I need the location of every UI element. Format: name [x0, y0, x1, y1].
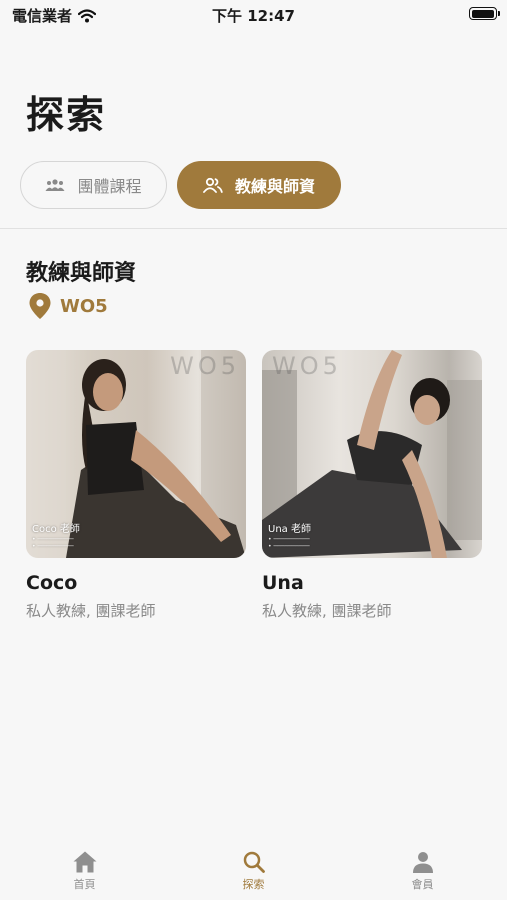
photo-watermark: WO5	[170, 352, 240, 380]
photo-caption-block: Una 老師 • ────────── • ──────────	[268, 524, 311, 550]
home-icon	[73, 851, 96, 873]
section-title: 教練與師資	[26, 261, 137, 286]
tab-bar-label: 會員	[411, 878, 434, 891]
tab-bar-label: 探索	[242, 878, 265, 891]
location-row[interactable]: WO5	[28, 292, 108, 320]
category-tabs: 團體課程 教練與師資	[20, 161, 341, 209]
location-pin-icon	[29, 293, 51, 319]
tab-coaches[interactable]: 教練與師資	[177, 161, 341, 209]
page-title: 探索	[26, 93, 107, 137]
photo-watermark: WO5	[272, 352, 342, 380]
bottom-tab-bar: 首頁 探索 會員	[0, 840, 507, 900]
photo-caption-block: Coco 老師 • ────────── • ──────────	[32, 524, 80, 550]
photo-caption-line: • ──────────	[268, 543, 310, 550]
tab-label: 教練與師資	[234, 177, 315, 196]
divider	[0, 228, 507, 229]
photo-caption: Coco 老師	[32, 524, 80, 535]
coach-card-una[interactable]: WO5 Una 老師 • ────────── • ────────── Una…	[262, 350, 482, 621]
photo-caption-line: • ──────────	[32, 543, 74, 550]
tab-bar-explore[interactable]: 探索	[169, 840, 338, 900]
tab-label: 團體課程	[77, 177, 142, 196]
photo-caption-line: • ──────────	[32, 536, 74, 543]
group-icon	[45, 179, 65, 191]
photo-caption: Una 老師	[268, 524, 311, 535]
tab-bar-label: 首頁	[73, 878, 96, 891]
coach-card-coco[interactable]: WO5 Coco 老師 • ────────── • ────────── Co…	[26, 350, 246, 621]
person-icon	[412, 852, 433, 873]
status-bar: 電信業者 下午 12:47	[0, 0, 507, 28]
status-time: 下午 12:47	[212, 7, 295, 25]
coach-role: 私人教練, 團課老師	[262, 602, 392, 620]
tab-bar-member[interactable]: 會員	[338, 840, 507, 900]
tab-bar-home[interactable]: 首頁	[0, 840, 169, 900]
coach-photo: WO5 Una 老師 • ────────── • ──────────	[262, 350, 482, 558]
coach-role: 私人教練, 團課老師	[26, 602, 156, 620]
coach-list: WO5 Coco 老師 • ────────── • ────────── Co…	[26, 350, 482, 621]
users-icon	[203, 177, 223, 193]
battery-icon	[469, 7, 500, 20]
coach-name: Coco	[26, 572, 78, 594]
location-name: WO5	[60, 295, 108, 317]
coach-name: Una	[262, 572, 304, 594]
coach-photo: WO5 Coco 老師 • ────────── • ──────────	[26, 350, 246, 558]
tab-group-classes[interactable]: 團體課程	[20, 161, 167, 209]
search-icon	[243, 851, 265, 873]
photo-caption-line: • ──────────	[268, 536, 310, 543]
